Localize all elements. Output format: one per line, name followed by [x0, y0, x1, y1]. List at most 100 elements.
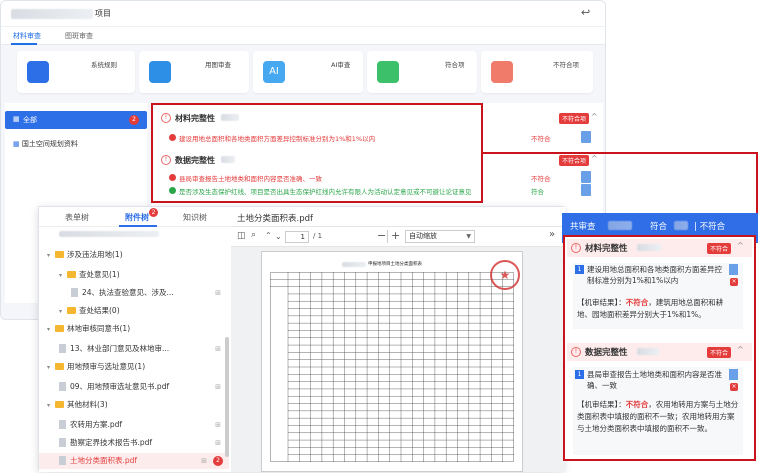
tree-scrollbar[interactable]: [225, 337, 229, 457]
tree-label: 查处意见(1): [79, 270, 120, 279]
tree-file[interactable]: 24、执法查验意见、涉及... ⊞: [39, 285, 229, 301]
file-icon[interactable]: [581, 131, 591, 143]
sidebar-item-label: 全部: [23, 116, 37, 124]
tree-file[interactable]: 勘察定界技术报告书.pdf ⊞: [39, 435, 229, 451]
connector-line: [482, 152, 758, 154]
card-map-review[interactable]: 用图审查: [139, 51, 249, 93]
section-title: 材料完整性: [175, 114, 215, 123]
file-icon: [59, 456, 66, 465]
fail-dot-icon: [169, 134, 176, 141]
tab-map-review[interactable]: 图斑审查: [65, 31, 93, 41]
info-icon[interactable]: ⊞: [215, 417, 221, 433]
folder-icon: [55, 401, 64, 408]
tree-file[interactable]: 13、林业部门意见及林地审... ⊞: [39, 341, 229, 357]
info-icon[interactable]: ⊞: [215, 379, 221, 395]
info-icon[interactable]: ⊞: [215, 435, 221, 451]
warning-icon: !: [161, 113, 171, 123]
tree-label: 林地审核同意书(1): [67, 324, 131, 333]
info-icon[interactable]: ⊞: [215, 285, 221, 301]
fail-list-icon: [491, 61, 513, 83]
rule-text: 县局审查报告土地地类和面积内容是否准确、一致: [587, 370, 722, 390]
rule-status: 不符合: [531, 175, 551, 183]
folder-icon: [55, 251, 64, 258]
rule-text: 是否涉及生态保护红线、项目是否出具生态保护红线内允许有限人为活动认定意见或不可避…: [179, 188, 472, 196]
tree-label: 查处结果(0): [79, 306, 120, 315]
rule-result: 【机审结果】：不符合，建筑用地总面积和耕地、园地面积差异分别大于1%和1%。: [577, 297, 737, 321]
tab-form-tree[interactable]: 表单树: [65, 212, 89, 223]
sidebar-item-planning[interactable]: ▦ 国土空间规划资料: [13, 139, 78, 149]
sidebar-toggle-icon[interactable]: ◫: [237, 231, 246, 241]
card-fail[interactable]: 不符合项: [481, 51, 593, 93]
page-down-icon[interactable]: ⌄: [275, 232, 282, 241]
check-list-icon: [377, 61, 399, 83]
info-icon[interactable]: ⊞: [215, 341, 221, 357]
result-status: 不符合: [625, 400, 649, 409]
file-icon[interactable]: [581, 184, 591, 196]
file-icon[interactable]: [729, 369, 738, 380]
card-system-rules[interactable]: 系统规则: [17, 51, 135, 93]
tree-file[interactable]: 农转用方案.pdf ⊞: [39, 417, 229, 433]
tree-folder[interactable]: ▾ 林地审核同意书(1): [39, 321, 229, 337]
tree-folder[interactable]: ▾ 其他材料(3): [39, 397, 229, 413]
result-label: 【机审结果】：: [577, 298, 626, 307]
section-title: 数据完整性: [585, 348, 628, 358]
status-badge: 不符合: [707, 347, 732, 358]
sidebar-item-all[interactable]: ▦ 全部 2: [5, 111, 147, 129]
doc-heading: 申报地项目土地分类面积表: [368, 262, 422, 267]
zoom-out-icon[interactable]: −: [377, 229, 386, 242]
redacted-count: [608, 221, 632, 230]
card-label: 符合项: [445, 61, 465, 69]
info-icon[interactable]: ⊞: [201, 453, 207, 469]
card-pass[interactable]: 符合项: [367, 51, 477, 93]
project-suffix: 项目: [95, 9, 111, 18]
back-arrow-icon[interactable]: ↩: [581, 6, 590, 19]
close-icon[interactable]: ×: [730, 278, 738, 286]
file-icon[interactable]: [581, 171, 591, 183]
tab-knowledge-tree[interactable]: 知识树: [183, 212, 207, 223]
tree-folder[interactable]: ▾ 涉及违法用地(1): [39, 247, 229, 263]
zoom-in-icon[interactable]: +: [391, 229, 400, 242]
chevron-down-icon: ▾: [47, 402, 51, 409]
redacted-text: [637, 348, 659, 355]
card-label: 用图审查: [205, 61, 231, 69]
redacted-text: [637, 244, 661, 251]
redacted-text: [221, 114, 239, 121]
warning-icon: !: [161, 155, 171, 165]
file-title: 土地分类面积表.pdf: [237, 214, 313, 224]
chevron-up-icon[interactable]: ^: [737, 345, 744, 354]
document-review-window: 表单树 附件树 2 知识树 ▾ 涉及违法用地(1) ▾ 查处意见(1) 24、执法查验意…: [38, 206, 565, 472]
review-result-panel: ! 材料完整性 不符合 ^ 1 建设用地总面积和各地类面积方面差异控制标准分别为…: [563, 235, 756, 461]
tab-material-review[interactable]: 材料审查: [13, 31, 41, 41]
tree-folder[interactable]: ▾ 查处意见(1): [39, 267, 229, 283]
redacted-text: [221, 156, 235, 163]
file-icon: [71, 288, 78, 297]
chevron-down-icon: ▾: [59, 308, 63, 315]
chevron-down-icon: ▼: [466, 233, 471, 240]
close-icon[interactable]: ×: [730, 383, 738, 391]
status-badge: 不符合: [707, 243, 732, 254]
tree-file[interactable]: 09、用地预审选址意见书.pdf ⊞: [39, 379, 229, 395]
card-label: AI审查: [331, 61, 351, 69]
chevron-up-icon[interactable]: ^: [737, 241, 744, 250]
tree-folder[interactable]: ▾ 查处结果(0): [39, 303, 229, 319]
card-ai-review[interactable]: AI AI审查: [253, 51, 363, 93]
chevron-up-icon[interactable]: ^: [591, 112, 598, 121]
page-total: / 1: [313, 232, 323, 240]
tab-attachment-tree[interactable]: 附件树: [125, 212, 149, 223]
attachment-tree: ▾ 涉及违法用地(1) ▾ 查处意见(1) 24、执法查验意见、涉及... ⊞ ▾ 查处结果(…: [39, 227, 231, 472]
zoom-select[interactable]: 自动缩放 ▼: [405, 230, 475, 243]
tree-folder[interactable]: ▾ 用地预审与选址意见(1): [39, 359, 229, 375]
tree-file[interactable]: 土地分类面积表.pdf ⊞ 2: [39, 453, 229, 469]
chevron-up-icon[interactable]: ^: [591, 154, 598, 163]
summary-label: 共审查: [570, 222, 596, 232]
chevron-down-icon: ▾: [47, 326, 51, 333]
page-up-icon[interactable]: ⌃: [265, 231, 272, 240]
more-tools-icon[interactable]: »: [549, 229, 555, 240]
area-table: [270, 272, 514, 462]
zoom-value: 自动缩放: [409, 232, 437, 240]
page-number-input[interactable]: 1: [285, 231, 309, 243]
search-icon[interactable]: ⌕: [251, 230, 256, 240]
file-icon: [59, 344, 66, 353]
status-badge: 不符合项: [559, 155, 590, 166]
file-icon[interactable]: [729, 264, 738, 275]
